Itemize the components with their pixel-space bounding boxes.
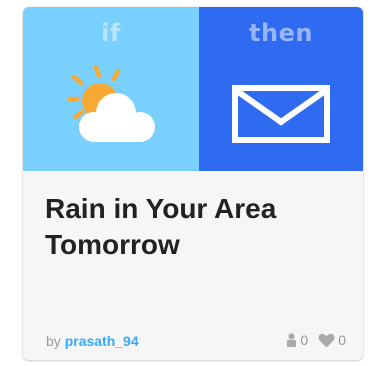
applet-card[interactable]: if then Rain in Your Area Tomorrow by pr… [23,7,363,360]
user-icon [287,333,297,347]
trigger-label: if [101,19,121,47]
author-link[interactable]: prasath_94 [65,333,139,349]
applet-stats: 0 0 [286,332,346,348]
users-count: 0 [300,332,309,348]
applet-footer: by prasath_94 0 0 [46,329,346,353]
applet-title[interactable]: Rain in Your Area Tomorrow [45,191,345,263]
partly-cloudy-icon [68,65,155,142]
by-prefix: by [46,333,61,349]
action-panel: then [199,7,363,171]
favorites-stat[interactable]: 0 [318,332,346,348]
trigger-panel: if [23,7,199,171]
email-icon [232,85,330,143]
applet-channels: if then [23,7,363,171]
action-label: then [249,19,313,47]
applet-title-line-2: Tomorrow [45,229,180,260]
heart-icon [318,333,335,347]
byline: by prasath_94 [46,333,139,349]
favorites-count: 0 [338,332,346,348]
applet-title-line-1: Rain in Your Area [45,193,277,224]
users-stat: 0 [286,332,308,348]
